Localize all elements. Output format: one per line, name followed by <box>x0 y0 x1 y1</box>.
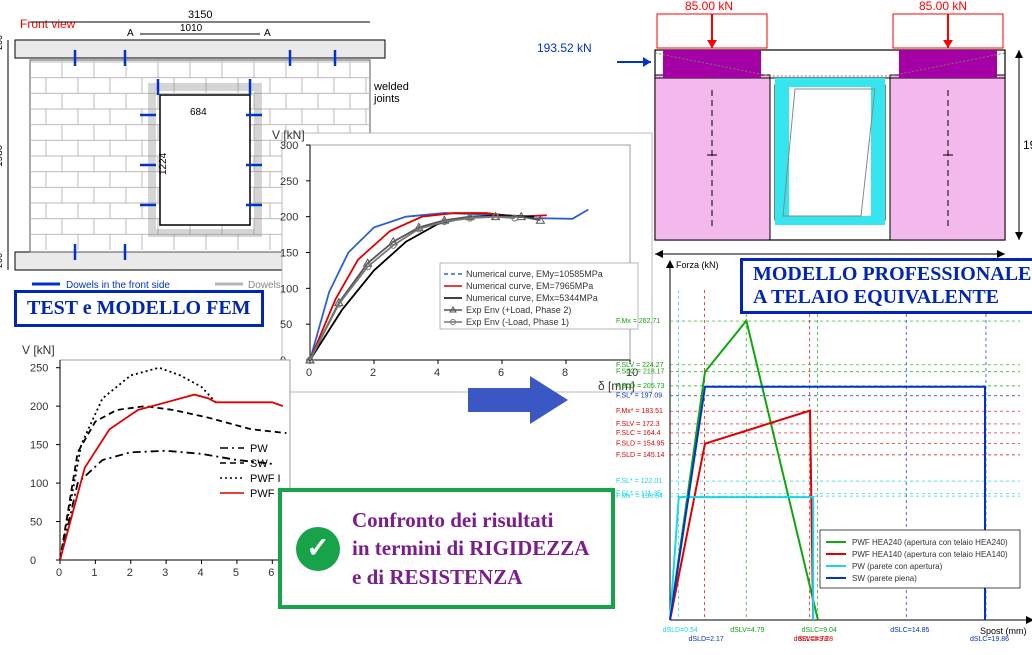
svg-text:PWF HEA140 (apertura con telai: PWF HEA140 (apertura con telaio HEA140) <box>852 550 1008 559</box>
svg-text:250: 250 <box>280 176 298 188</box>
svg-text:F.Mx* = 183.51: F.Mx* = 183.51 <box>616 408 663 415</box>
svg-text:dSLD=2.17: dSLD=2.17 <box>689 636 724 643</box>
svg-text:Spost (mm): Spost (mm) <box>980 626 1027 636</box>
svg-text:2: 2 <box>370 367 376 379</box>
svg-text:SW (parete piena): SW (parete piena) <box>852 574 917 583</box>
chart-main-legend: Numerical curve, EMy=10585MPa Numerical c… <box>440 263 638 329</box>
svg-text:Exp Env (+Load, Phase 2): Exp Env (+Load, Phase 2) <box>466 305 571 315</box>
svg-text:1224: 1224 <box>158 152 169 175</box>
pro-label: MODELLO PROFESSIONALE A TELAIO EQUIVALEN… <box>740 258 1032 314</box>
svg-text:F.Mx* = 108.84: F.Mx* = 108.84 <box>616 493 663 500</box>
svg-text:PWF HEA240 (apertura con telai: PWF HEA240 (apertura con telaio HEA240) <box>852 538 1008 547</box>
svg-text:F.Mx = 262.71: F.Mx = 262.71 <box>616 318 660 325</box>
svg-text:0: 0 <box>306 367 312 379</box>
pro-label-line2: A TELAIO EQUIVALENTE <box>753 286 999 308</box>
svg-text:684: 684 <box>190 107 207 118</box>
svg-text:PW (parete con apertura): PW (parete con apertura) <box>852 562 943 571</box>
svg-text:PW: PW <box>250 443 268 455</box>
svg-text:Exp Env (-Load, Phase 1): Exp Env (-Load, Phase 1) <box>466 317 569 327</box>
svg-text:dSLD=0.54: dSLD=0.54 <box>663 627 698 634</box>
svg-text:Numerical curve, EMx=5344MPa: Numerical curve, EMx=5344MPa <box>466 293 598 303</box>
svg-text:6: 6 <box>268 567 274 579</box>
svg-text:85.00 kN: 85.00 kN <box>919 0 967 13</box>
svg-text:F.SLD = 154.95: F.SLD = 154.95 <box>616 441 665 448</box>
svg-text:200: 200 <box>30 401 48 413</box>
svg-text:F.SLC = 164.4: F.SLC = 164.4 <box>616 430 661 437</box>
svg-text:1980: 1980 <box>0 144 5 167</box>
svg-text:85.00 kN: 85.00 kN <box>685 0 733 13</box>
svg-text:joints: joints <box>373 93 400 105</box>
svg-text:50: 50 <box>30 517 42 529</box>
svg-text:0: 0 <box>30 555 36 567</box>
svg-text:4: 4 <box>434 367 440 379</box>
svg-text:6: 6 <box>498 367 504 379</box>
pro-label-line1: MODELLO PROFESSIONALE <box>753 263 1031 285</box>
svg-text:250: 250 <box>30 363 48 375</box>
svg-text:dSLC=9.04: dSLC=9.04 <box>802 627 837 634</box>
svg-text:SW: SW <box>250 458 268 470</box>
comparison-line3: e di RESISTENZA <box>352 565 522 589</box>
svg-text:3150: 3150 <box>188 9 212 21</box>
svg-text:A: A <box>127 28 134 39</box>
svg-text:dSLC=19.86: dSLC=19.86 <box>970 636 1009 643</box>
svg-text:200: 200 <box>0 35 4 50</box>
svg-text:PWF I: PWF I <box>250 473 281 485</box>
comparison-box: ✓ Confronto dei risultati in termini di … <box>278 488 615 609</box>
svg-text:0: 0 <box>56 567 62 579</box>
comparison-line1: Confronto dei risultati <box>352 508 553 532</box>
svg-text:V [kN]: V [kN] <box>22 343 55 357</box>
svg-text:5: 5 <box>233 567 239 579</box>
svg-text:Forza (kN): Forza (kN) <box>676 260 719 270</box>
comparison-line2: in termini di RIGIDEZZA <box>352 536 589 560</box>
svg-text:Numerical curve, EM=7965MPa: Numerical curve, EM=7965MPa <box>466 281 593 291</box>
svg-text:150: 150 <box>30 440 48 452</box>
chart-main: 0246810050100150200250300V [kN]δ [mm] <box>272 128 638 393</box>
svg-text:F.SLD = 205.73: F.SLD = 205.73 <box>616 383 665 390</box>
svg-text:1: 1 <box>91 567 97 579</box>
svg-text:193.52 kN: 193.52 kN <box>537 41 592 55</box>
svg-text:F.SLC = 218.17: F.SLC = 218.17 <box>616 369 665 376</box>
svg-text:dSLV=4.79: dSLV=4.79 <box>730 627 764 634</box>
svg-text:welded: welded <box>373 81 409 93</box>
svg-text:F.SL* = 197.09: F.SL* = 197.09 <box>616 393 662 400</box>
svg-text:1010: 1010 <box>180 23 203 34</box>
svg-text:F.SLV = 224.27: F.SLV = 224.27 <box>616 362 664 369</box>
svg-text:Numerical curve, EMy=10585MPa: Numerical curve, EMy=10585MPa <box>466 269 603 279</box>
check-icon: ✓ <box>296 527 340 571</box>
front-view-label: Front view <box>20 17 76 31</box>
svg-text:1980: 1980 <box>1023 138 1032 152</box>
svg-text:V [kN]: V [kN] <box>272 128 305 142</box>
svg-text:2: 2 <box>127 567 133 579</box>
svg-text:F.SLD = 145.14: F.SLD = 145.14 <box>616 452 665 459</box>
svg-text:50: 50 <box>280 319 292 331</box>
svg-text:dSLC=14.85: dSLC=14.85 <box>890 627 929 634</box>
svg-text:200: 200 <box>0 253 4 268</box>
svg-text:100: 100 <box>30 478 48 490</box>
svg-text:F.SL* = 122.01: F.SL* = 122.01 <box>616 478 662 485</box>
svg-text:4: 4 <box>198 567 204 579</box>
fem-label: TEST e MODELLO FEM <box>14 290 264 327</box>
svg-text:8: 8 <box>562 367 568 379</box>
svg-text:dSLC=9.28: dSLC=9.28 <box>798 636 833 643</box>
svg-text:150: 150 <box>280 248 298 260</box>
svg-text:200: 200 <box>280 212 298 224</box>
svg-text:100: 100 <box>280 283 298 295</box>
svg-text:3: 3 <box>162 567 168 579</box>
chart-br-legend: PWF HEA240 (apertura con telaio HEA240) P… <box>820 530 1020 588</box>
svg-text:F.SLV = 172.3: F.SLV = 172.3 <box>616 421 660 428</box>
svg-text:A: A <box>264 28 271 39</box>
svg-text:PWF I: PWF I <box>250 488 281 500</box>
